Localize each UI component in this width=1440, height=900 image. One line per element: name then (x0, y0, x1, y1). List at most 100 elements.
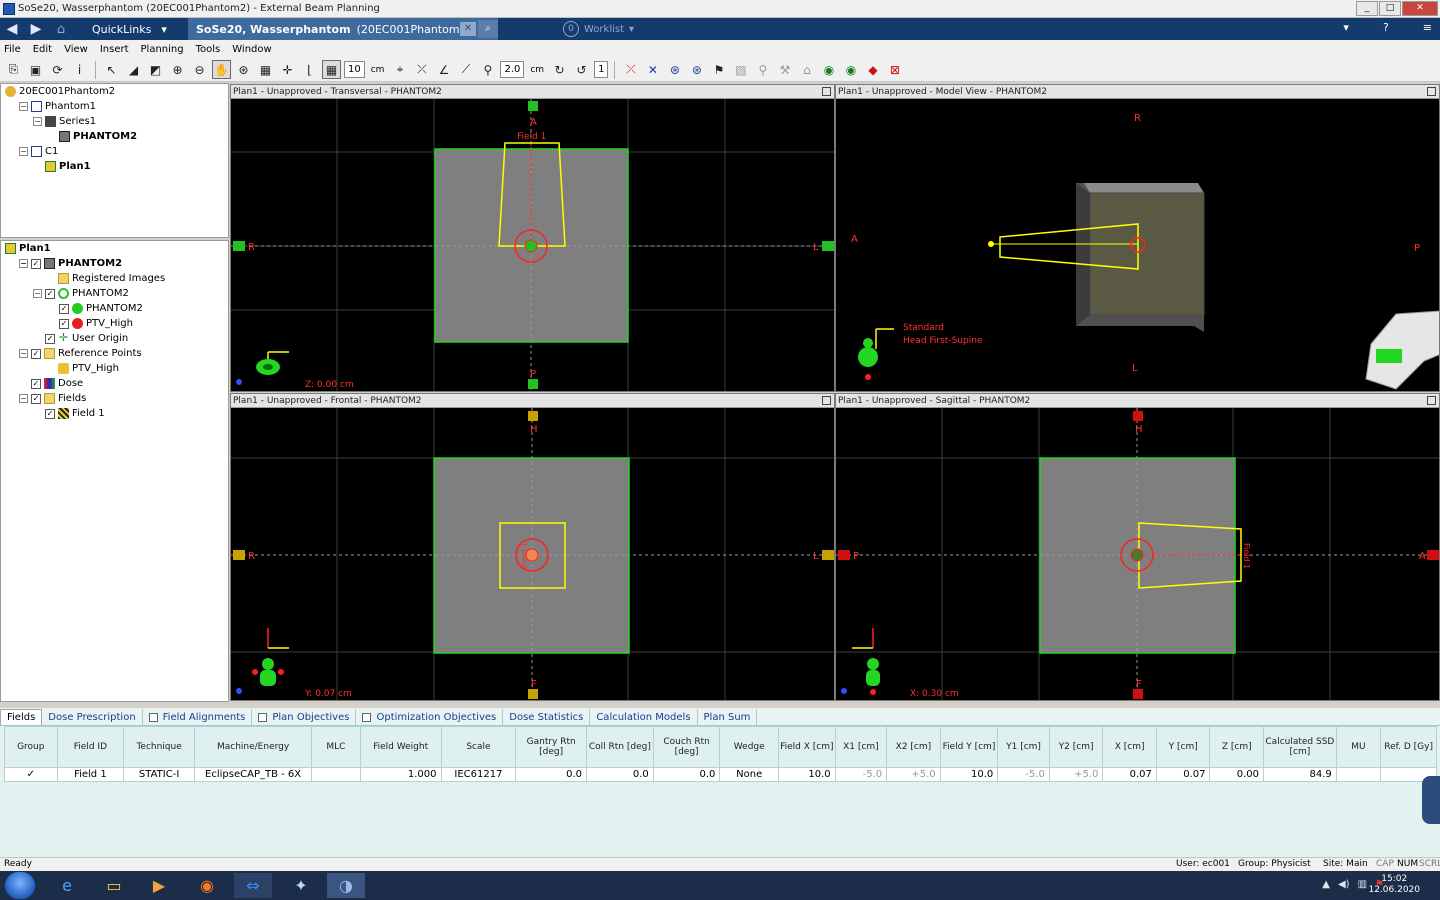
tab-optimization-objectives[interactable]: Optimization Objectives (356, 709, 504, 725)
table-cell[interactable]: 10.0 (778, 767, 836, 782)
tree-item[interactable]: − Series1 (1, 114, 228, 129)
fit-view-icon[interactable]: ▦ (256, 60, 275, 79)
rotate-3d-icon[interactable]: ⊛ (234, 60, 253, 79)
group-checkbox[interactable]: ✓ (4, 767, 58, 782)
column-header[interactable]: Coll Rtn [deg] (586, 726, 654, 768)
column-header[interactable]: Machine/Energy (193, 726, 313, 768)
gantry-icon[interactable]: ⊛ (687, 60, 706, 79)
ruler-icon[interactable]: ⌊ (300, 60, 319, 79)
table-cell[interactable]: 1.000 (359, 767, 442, 782)
table-row[interactable]: ✓ Field 1 STATIC-I EclipseCAP_TB - 6X 1.000 I… (4, 767, 1437, 782)
column-header[interactable]: X2 [cm] (886, 726, 941, 768)
table-cell[interactable] (311, 767, 361, 782)
collapse-toggle-icon[interactable]: − (33, 117, 42, 126)
table-cell[interactable]: +5.0 (1048, 767, 1104, 782)
table-cell[interactable]: -5.0 (834, 767, 888, 782)
firefox-icon[interactable]: ◉ (188, 873, 226, 898)
tab-plan-sum[interactable]: Plan Sum (698, 709, 758, 725)
menu-tools[interactable]: Tools (196, 44, 221, 55)
tab-field-alignments[interactable]: Field Alignments (143, 709, 253, 725)
visibility-checkbox[interactable]: ✓ (31, 348, 41, 359)
tab-plan-objectives[interactable]: Plan Objectives (252, 709, 357, 725)
bolus-icon[interactable]: ⚲ (753, 60, 772, 79)
column-header[interactable]: Y [cm] (1155, 726, 1211, 768)
model-view[interactable]: Plan1 - Unapproved - Model View - PHANTO… (835, 84, 1440, 392)
column-header[interactable]: X [cm] (1102, 726, 1157, 768)
column-header[interactable]: Field Weight (359, 726, 442, 768)
column-header[interactable]: Calculated SSD [cm] (1263, 726, 1337, 768)
tab-checkbox[interactable] (362, 712, 372, 722)
rotate-ccw-icon[interactable]: ↺ (572, 60, 591, 79)
network-icon[interactable]: ▥ (1358, 879, 1367, 890)
column-header[interactable]: Group (4, 726, 58, 768)
volume-icon[interactable]: ◀) (1338, 879, 1350, 890)
window-level-icon[interactable]: ◢ (124, 60, 143, 79)
zoom-out-icon[interactable]: ⊖ (190, 60, 209, 79)
collapse-toggle-icon[interactable]: − (19, 102, 28, 111)
tree-item[interactable]: ✓ PHANTOM2 (1, 301, 228, 316)
chevron-down-icon[interactable]: ▾ (1343, 21, 1349, 34)
table-cell[interactable]: 0.0 (652, 767, 721, 782)
globe-icon[interactable]: ◉ (819, 60, 838, 79)
maximize-view-icon[interactable] (822, 396, 831, 405)
visibility-checkbox[interactable]: ✓ (59, 303, 69, 314)
tree-item[interactable]: − ✓ Fields (1, 391, 228, 406)
table-cell[interactable]: EclipseCAP_TB - 6X (193, 767, 313, 782)
column-header[interactable]: Technique (123, 726, 195, 768)
tree-item[interactable]: − ✓ PHANTOM2 (1, 286, 228, 301)
column-header[interactable]: Scale (440, 726, 517, 768)
beam-tool-icon[interactable]: ⤫ (412, 60, 431, 79)
column-header[interactable]: Field X [cm] (778, 726, 836, 768)
table-cell[interactable]: -5.0 (997, 767, 1050, 782)
field-insert-icon[interactable]: ⤫ (621, 60, 640, 79)
menu-window[interactable]: Window (232, 44, 271, 55)
table-cell[interactable]: +5.0 (886, 767, 941, 782)
column-header[interactable]: Y1 [cm] (997, 726, 1050, 768)
measure-icon[interactable]: ⟋ (456, 60, 475, 79)
tree-item[interactable]: − Phantom1 (1, 99, 228, 114)
tree-item[interactable]: ✓ PTV_High (1, 316, 228, 331)
column-header[interactable]: Wedge (719, 726, 780, 768)
table-cell[interactable]: 0.07 (1155, 767, 1211, 782)
visibility-checkbox[interactable]: ✓ (59, 318, 69, 329)
tree-item[interactable]: 20EC001Phantom2 (1, 84, 228, 99)
field-edit-icon[interactable]: ✕ (643, 60, 662, 79)
side-panel-handle[interactable] (1422, 776, 1440, 824)
column-header[interactable]: Gantry Rtn [deg] (515, 726, 588, 768)
table-cell[interactable]: 0.00 (1209, 767, 1264, 782)
visibility-checkbox[interactable]: ✓ (31, 378, 41, 389)
file-explorer-icon[interactable]: ▭ (95, 873, 133, 898)
angle-icon[interactable]: ∠ (434, 60, 453, 79)
visibility-checkbox[interactable]: ✓ (45, 333, 55, 344)
column-header[interactable]: Z [cm] (1209, 726, 1264, 768)
tab-calculation-models[interactable]: Calculation Models (590, 709, 698, 725)
collapse-toggle-icon[interactable]: − (19, 147, 28, 156)
grid-size-input[interactable]: 10 (344, 61, 365, 78)
column-header[interactable]: X1 [cm] (834, 726, 888, 768)
save-icon[interactable]: ▣ (26, 60, 45, 79)
crosshair-icon[interactable]: ✛ (278, 60, 297, 79)
rotate-cw-icon[interactable]: ↻ (550, 60, 569, 79)
tree-item[interactable]: − C1 (1, 144, 228, 159)
tab-dose-statistics[interactable]: Dose Statistics (503, 709, 591, 725)
pan-hand-icon[interactable]: ✋ (212, 60, 231, 79)
visibility-checkbox[interactable]: ✓ (31, 393, 41, 404)
table-cell[interactable]: 84.9 (1263, 767, 1337, 782)
tab-fields[interactable]: Fields (0, 709, 43, 725)
menu-edit[interactable]: Edit (33, 44, 52, 55)
tab-checkbox[interactable] (258, 712, 268, 722)
column-header[interactable]: Couch Rtn [deg] (652, 726, 721, 768)
column-header[interactable]: Field Y [cm] (939, 726, 999, 768)
collapse-toggle-icon[interactable]: − (19, 259, 28, 268)
dose-calc-icon[interactable]: ⌂ (797, 60, 816, 79)
table-cell[interactable]: IEC61217 (440, 767, 517, 782)
visibility-checkbox[interactable]: ✓ (31, 258, 41, 269)
clock[interactable]: 15:02 12.06.2020 (1368, 874, 1420, 896)
tree-item[interactable]: ✓ Dose (1, 376, 228, 391)
tree-item[interactable]: − ✓ Reference Points (1, 346, 228, 361)
table-cell[interactable]: 0.0 (515, 767, 588, 782)
column-header[interactable]: Ref. D [Gy] (1380, 726, 1437, 768)
collapse-toggle-icon[interactable]: − (33, 289, 42, 298)
table-cell[interactable]: 0.0 (586, 767, 654, 782)
close-tab-icon[interactable]: ✕ (460, 22, 476, 36)
